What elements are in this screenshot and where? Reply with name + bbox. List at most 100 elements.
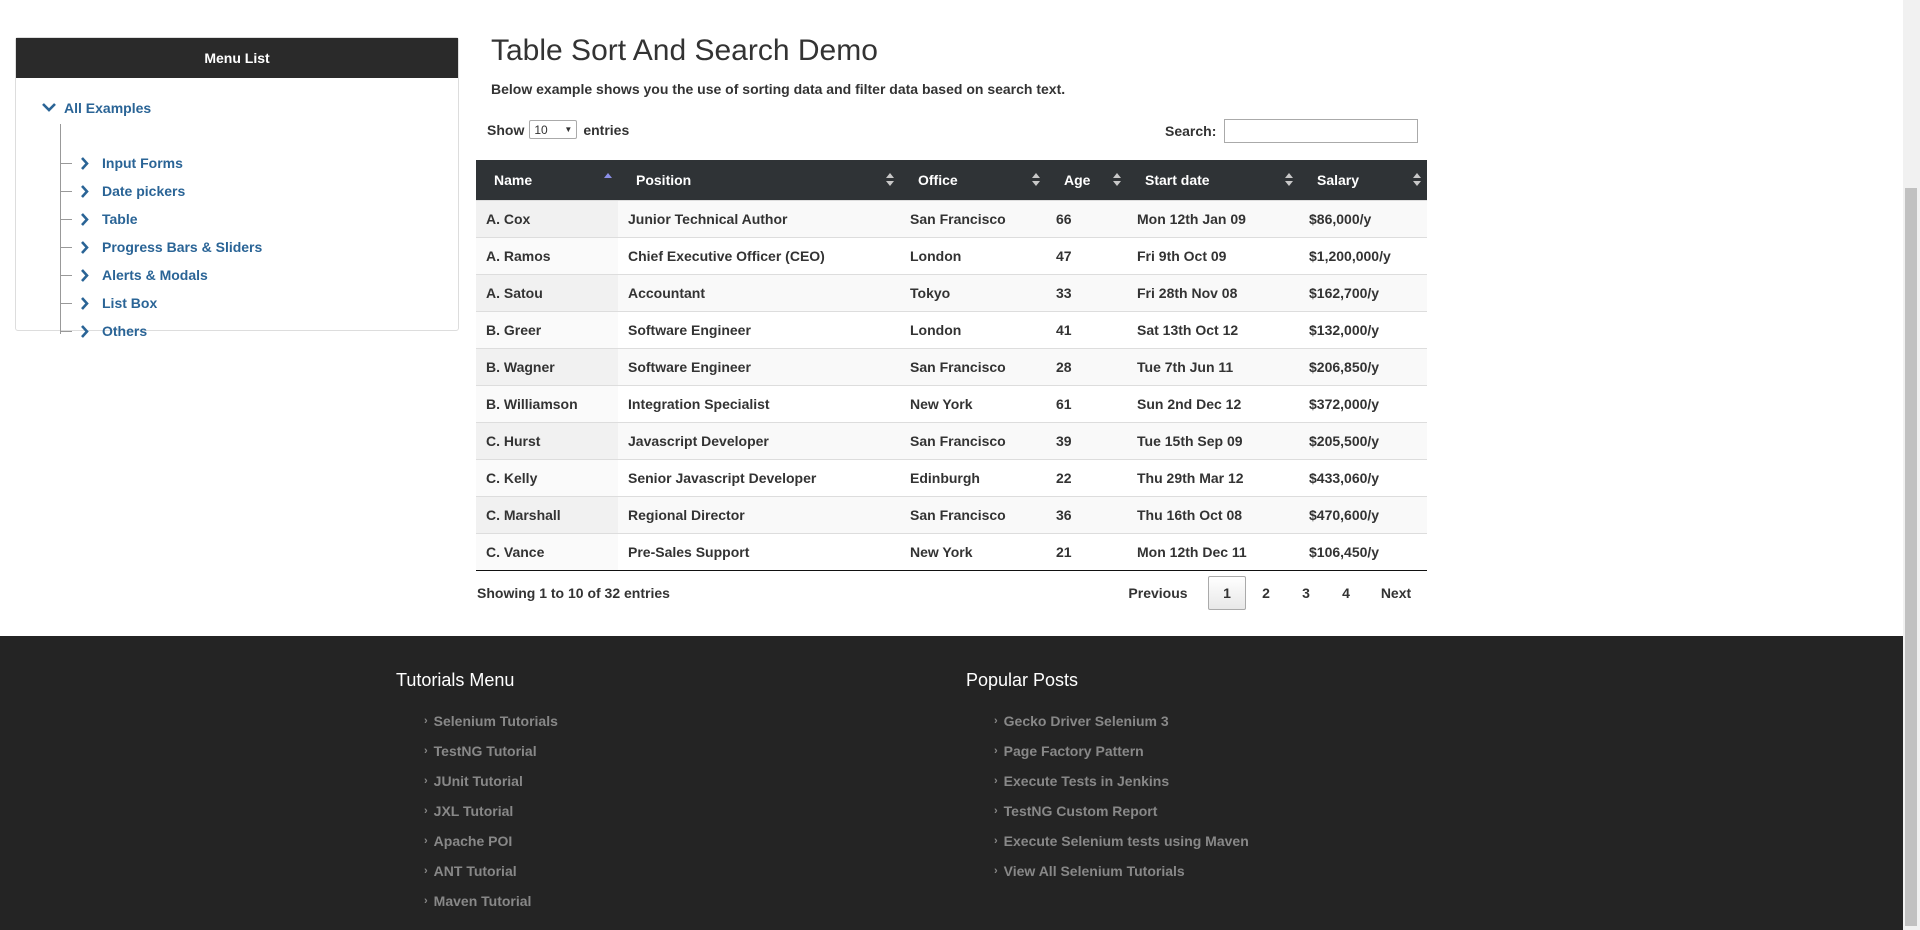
menu-item-list-box[interactable]: List Box [60,293,157,313]
footer-link[interactable]: › Gecko Driver Selenium 3 [966,713,1249,743]
sort-both-icon [1032,172,1040,191]
footer-posts-title: Popular Posts [966,670,1079,690]
cell-name: A. Cox [476,200,618,237]
cell-name: B. Greer [476,311,618,348]
cell-salary: $206,850/y [1309,358,1380,375]
footer-link-label: View All Selenium Tutorials [1003,863,1185,879]
cell-position: Chief Executive Officer (CEO) [628,247,825,264]
cell-salary: $433,060/y [1309,469,1380,486]
cell-name: C. Kelly [476,459,618,496]
footer-link[interactable]: › Maven Tutorial [396,893,558,923]
scrollbar-thumb[interactable] [1905,188,1917,926]
cell-name: A. Satou [476,274,618,311]
cell-office: London [910,321,962,338]
chevron-right-icon [72,296,96,310]
angle-right-icon: › [994,805,998,817]
search-input[interactable] [1224,119,1419,143]
col-header-position[interactable]: Position [618,160,900,200]
footer-link[interactable]: › JXL Tutorial [396,803,558,833]
col-header-office[interactable]: Office [900,160,1046,200]
footer-link[interactable]: › Page Factory Pattern [966,743,1249,773]
cell-name: B. Williamson [476,385,618,422]
entries-select[interactable]: 10 ▼ [529,120,578,139]
pagination-page-3[interactable]: 3 [1286,576,1326,610]
sort-both-icon [1113,172,1121,191]
cell-age: 47 [1056,247,1072,264]
pagination-previous[interactable]: Previous [1120,576,1196,610]
footer-link-label: Selenium Tutorials [433,713,558,729]
footer-link-label: Execute Selenium tests using Maven [1003,833,1249,849]
footer-link-label: JUnit Tutorial [433,773,523,789]
menu-item-label: Input Forms [102,155,183,171]
angle-right-icon: › [424,745,428,757]
footer-link[interactable]: › TestNG Custom Report [966,803,1249,833]
cell-start-date: Thu 16th Oct 08 [1137,506,1243,523]
menu-item-progress-bars[interactable]: Progress Bars & Sliders [60,237,262,257]
cell-salary: $132,000/y [1309,321,1380,338]
col-header-label: Name [494,171,533,188]
footer-link[interactable]: › Apache POI [396,833,558,863]
cell-office: San Francisco [910,210,1006,227]
cell-age: 36 [1056,506,1072,523]
angle-right-icon: › [994,775,998,787]
footer-tutorials-list: › Selenium Tutorials › TestNG Tutorial › JUni… [396,713,558,923]
menu-item-label: Date pickers [102,183,186,199]
cell-age: 33 [1056,284,1072,301]
chevron-right-icon [72,240,96,254]
table-row: A. Satou Accountant Tokyo 33 Fri 28th Nov 08… [476,274,1427,311]
table-row: C. Vance Pre-Sales Support New York 21 Mon 1… [476,533,1427,570]
menu-panel: Menu List All Examples Input Forms Date … [15,37,459,339]
footer-link[interactable]: › ANT Tutorial [396,863,558,893]
table-header-row: Name Position Office Age Start date Sala… [476,160,1427,200]
cell-salary: $1,200,000/y [1309,247,1391,264]
angle-right-icon: › [424,805,428,817]
cell-salary: $106,450/y [1309,543,1380,560]
cell-start-date: Fri 28th Nov 08 [1137,284,1238,301]
search-control: Search: [1165,119,1419,143]
pagination-page-1[interactable]: 1 [1208,576,1246,610]
table-row: C. Kelly Senior Javascript Developer Edinb… [476,459,1427,496]
tree-root-all-examples[interactable]: All Examples [42,99,151,117]
cell-start-date: Thu 29th Mar 12 [1137,469,1244,486]
page-viewport: Menu List All Examples Input Forms Date … [0,0,1903,930]
menu-tree: All Examples Input Forms Date pickers Ta… [16,78,458,339]
cell-start-date: Tue 7th Jun 11 [1137,358,1234,375]
vertical-scrollbar[interactable] [1903,0,1920,930]
angle-right-icon: › [424,895,428,907]
cell-name: B. Wagner [476,348,618,385]
menu-item-date-pickers[interactable]: Date pickers [60,181,185,201]
footer-tutorials: Tutorials Menu › Selenium Tutorials › TestN… [396,670,558,923]
chevron-right-icon [72,184,96,198]
cell-office: New York [910,543,973,560]
menu-item-alerts-modals[interactable]: Alerts & Modals [60,265,208,285]
cell-salary: $205,500/y [1309,432,1380,449]
col-header-salary[interactable]: Salary [1299,160,1427,200]
col-header-age[interactable]: Age [1046,160,1127,200]
footer-link[interactable]: › TestNG Tutorial [396,743,558,773]
footer-link[interactable]: › Selenium Tutorials [396,713,558,743]
col-header-start-date[interactable]: Start date [1127,160,1299,200]
angle-right-icon: › [994,865,998,877]
col-header-name[interactable]: Name [476,160,618,200]
cell-salary: $86,000/y [1309,210,1372,227]
menu-item-label: Alerts & Modals [102,267,208,283]
menu-item-input-forms[interactable]: Input Forms [60,153,183,173]
cell-age: 61 [1056,395,1072,412]
cell-salary: $470,600/y [1309,506,1380,523]
entries-label: entries [583,121,630,138]
pagination-page-4[interactable]: 4 [1326,576,1366,610]
cell-age: 39 [1056,432,1072,449]
page-title: Table Sort And Search Demo [491,34,878,67]
menu-item-others[interactable]: Others [60,321,147,341]
pagination-page-2[interactable]: 2 [1246,576,1286,610]
menu-item-table[interactable]: Table [60,209,138,229]
footer-link[interactable]: › Execute Tests in Jenkins [966,773,1249,803]
pagination-next[interactable]: Next [1366,576,1426,610]
table-row: B. Wagner Software Engineer San Francisco 2… [476,348,1427,385]
cell-office: Tokyo [910,284,951,301]
cell-start-date: Fri 9th Oct 09 [1137,247,1227,264]
footer-link[interactable]: › View All Selenium Tutorials [966,863,1249,893]
footer-link[interactable]: › JUnit Tutorial [396,773,558,803]
cell-start-date: Mon 12th Dec 11 [1137,543,1247,560]
footer-link[interactable]: › Execute Selenium tests using Maven [966,833,1249,863]
